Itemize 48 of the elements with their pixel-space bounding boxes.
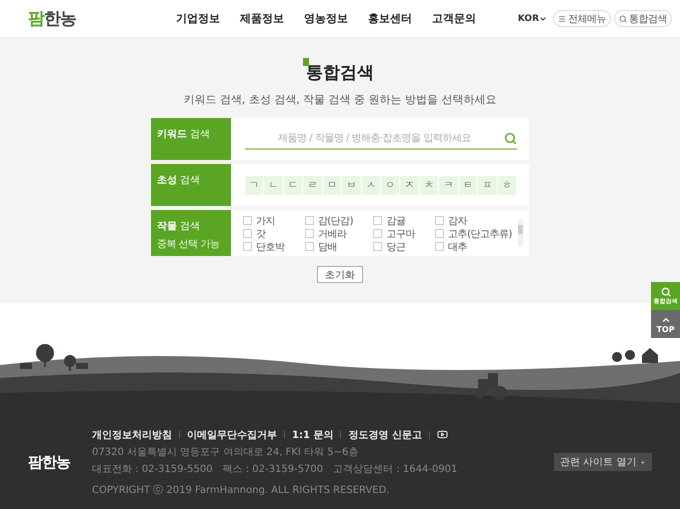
related-sites-dropdown[interactable]: 관련 사이트 열기	[554, 453, 652, 471]
crop-checkbox[interactable]: 거베라	[304, 228, 354, 239]
language-selector[interactable]: KOR	[518, 14, 547, 24]
search-icon	[619, 14, 627, 22]
panel-label: 키워드 검색	[157, 128, 210, 141]
footer-link[interactable]: 개인정보처리방침	[92, 428, 172, 442]
page-title: 통합검색	[306, 61, 374, 84]
crop-checkbox[interactable]: 갓	[243, 228, 284, 239]
nav-link[interactable]: 고객문의	[432, 11, 476, 26]
caret-icon	[539, 14, 547, 22]
nav-link[interactable]: 홍보센터	[368, 11, 412, 26]
footer-link[interactable]: 1:1 문의	[292, 428, 334, 442]
crop-checkbox[interactable]: 고추(단고추류)	[435, 228, 512, 239]
footer-logo[interactable]: 팜한농	[28, 452, 70, 472]
nav-link[interactable]: 기업정보	[176, 11, 220, 26]
crop-checkbox[interactable]: 가지	[243, 215, 284, 226]
crop-checkbox[interactable]: 담배	[304, 241, 354, 252]
crop-checkbox[interactable]: 감자	[435, 215, 512, 226]
crop-checkbox[interactable]: 감귤	[373, 215, 415, 226]
panel-label: 작물 검색	[157, 220, 200, 233]
contact-text: 고객상담센터 : 1644-0901	[333, 462, 458, 476]
search-icon[interactable]	[504, 132, 517, 144]
subtitle: 키워드 검색, 초성 검색, 작물 검색 중 원하는 방법을 선택하세요	[183, 92, 497, 107]
crop-checkbox[interactable]: 대추	[435, 241, 512, 252]
copyright-text: COPYRIGHT ⓒ 2019 FarmHannong. ALL RIGHTS RESERVED.	[92, 484, 390, 496]
footer-link[interactable]: 정도경영 신문고	[348, 428, 422, 442]
crop-checkbox[interactable]: 단호박	[243, 241, 284, 252]
nav-link[interactable]: 영농정보	[304, 11, 348, 26]
reset-button[interactable]: 초기화	[317, 266, 363, 283]
crop-checkbox[interactable]: 당근	[373, 241, 415, 252]
panel-note: 중복 선택 가능	[157, 238, 220, 251]
menu-icon	[558, 14, 566, 22]
top-button[interactable]: TOP	[651, 310, 680, 338]
video-icon[interactable]	[436, 429, 448, 440]
nav-link[interactable]: 제품정보	[240, 11, 284, 26]
contact-text: 팩스 : 02-3159-5700	[222, 462, 324, 476]
scrollbar[interactable]	[518, 219, 523, 247]
plus-icon	[640, 458, 646, 466]
search-button[interactable]: 통합검색	[614, 10, 672, 27]
crop-checkbox[interactable]: 감(단감)	[304, 215, 354, 226]
address-text: 07320 서울특별시 영등포구 여의대로 24, FKI 타워 5~6층	[92, 446, 360, 458]
search-icon	[660, 286, 670, 296]
menu-button[interactable]: 전체메뉴	[553, 10, 611, 27]
panel-label: 초성 검색	[157, 174, 200, 187]
logo[interactable]: 팜한농	[28, 7, 76, 30]
crop-checkbox[interactable]: 고구마	[373, 228, 415, 239]
contact-text: 대표전화 : 02-3159-5500	[92, 462, 213, 476]
footer-link[interactable]: 이메일무단수집거부	[187, 428, 277, 442]
